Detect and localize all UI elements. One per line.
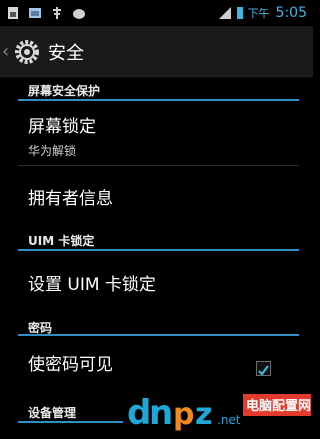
status-right: 下午 5:05 [218,5,307,21]
svg-text:电脑配置网: 电脑配置网 [246,398,311,414]
dnpz-logo-icon: d n p z .net 电脑配置网 [127,393,311,433]
time-ampm: 下午 [247,7,270,20]
page-title: 安全 [48,42,84,64]
section-divider [18,334,299,336]
show-password-checkbox[interactable] [256,361,271,376]
section-title: UIM 卡锁定 [28,234,95,248]
list-divider [18,165,299,166]
svg-text:p: p [173,397,194,432]
set-uim-lock-item[interactable]: 设置 UIM 卡锁定 [0,270,313,300]
action-bar[interactable]: ‹ 安全 [0,26,313,78]
svg-text:.net: .net [217,413,241,427]
usb-debug-icon [53,7,61,19]
image-icon [29,8,41,18]
owner-info-title: 拥有者信息 [28,189,113,209]
owner-info-item[interactable]: 拥有者信息 [0,184,313,214]
set-uim-lock-title: 设置 UIM 卡锁定 [28,275,156,295]
section-divider [18,421,123,423]
sim-card-icon [8,7,18,19]
svg-text:d: d [127,393,151,433]
battery-icon [236,7,243,19]
clock: 5:05 [275,5,307,21]
svg-text:z: z [195,397,212,432]
section-header-uim-lock: UIM 卡锁定 [0,232,313,249]
section-divider [18,99,299,101]
screen-lock-subtitle: 华为解锁 [28,144,77,158]
signal-icon [218,7,231,19]
section-divider [18,249,299,251]
watermark-logo: d n p z .net 电脑配置网 [125,386,313,435]
screen-lock-item[interactable]: 屏幕锁定 华为解锁 [0,112,313,160]
section-title: 屏幕安全保护 [28,84,101,98]
status-bar: 下午 5:05 [0,0,313,26]
screen-lock-title: 屏幕锁定 [28,117,96,137]
android-icon [73,9,85,19]
svg-text:n: n [149,393,173,433]
checkmark-icon [258,365,269,376]
back-chevron-icon[interactable]: ‹ [2,41,12,62]
notification-icons [6,6,86,20]
section-header-screen-security: 屏幕安全保护 [0,82,313,99]
settings-gear-icon[interactable] [14,39,40,65]
